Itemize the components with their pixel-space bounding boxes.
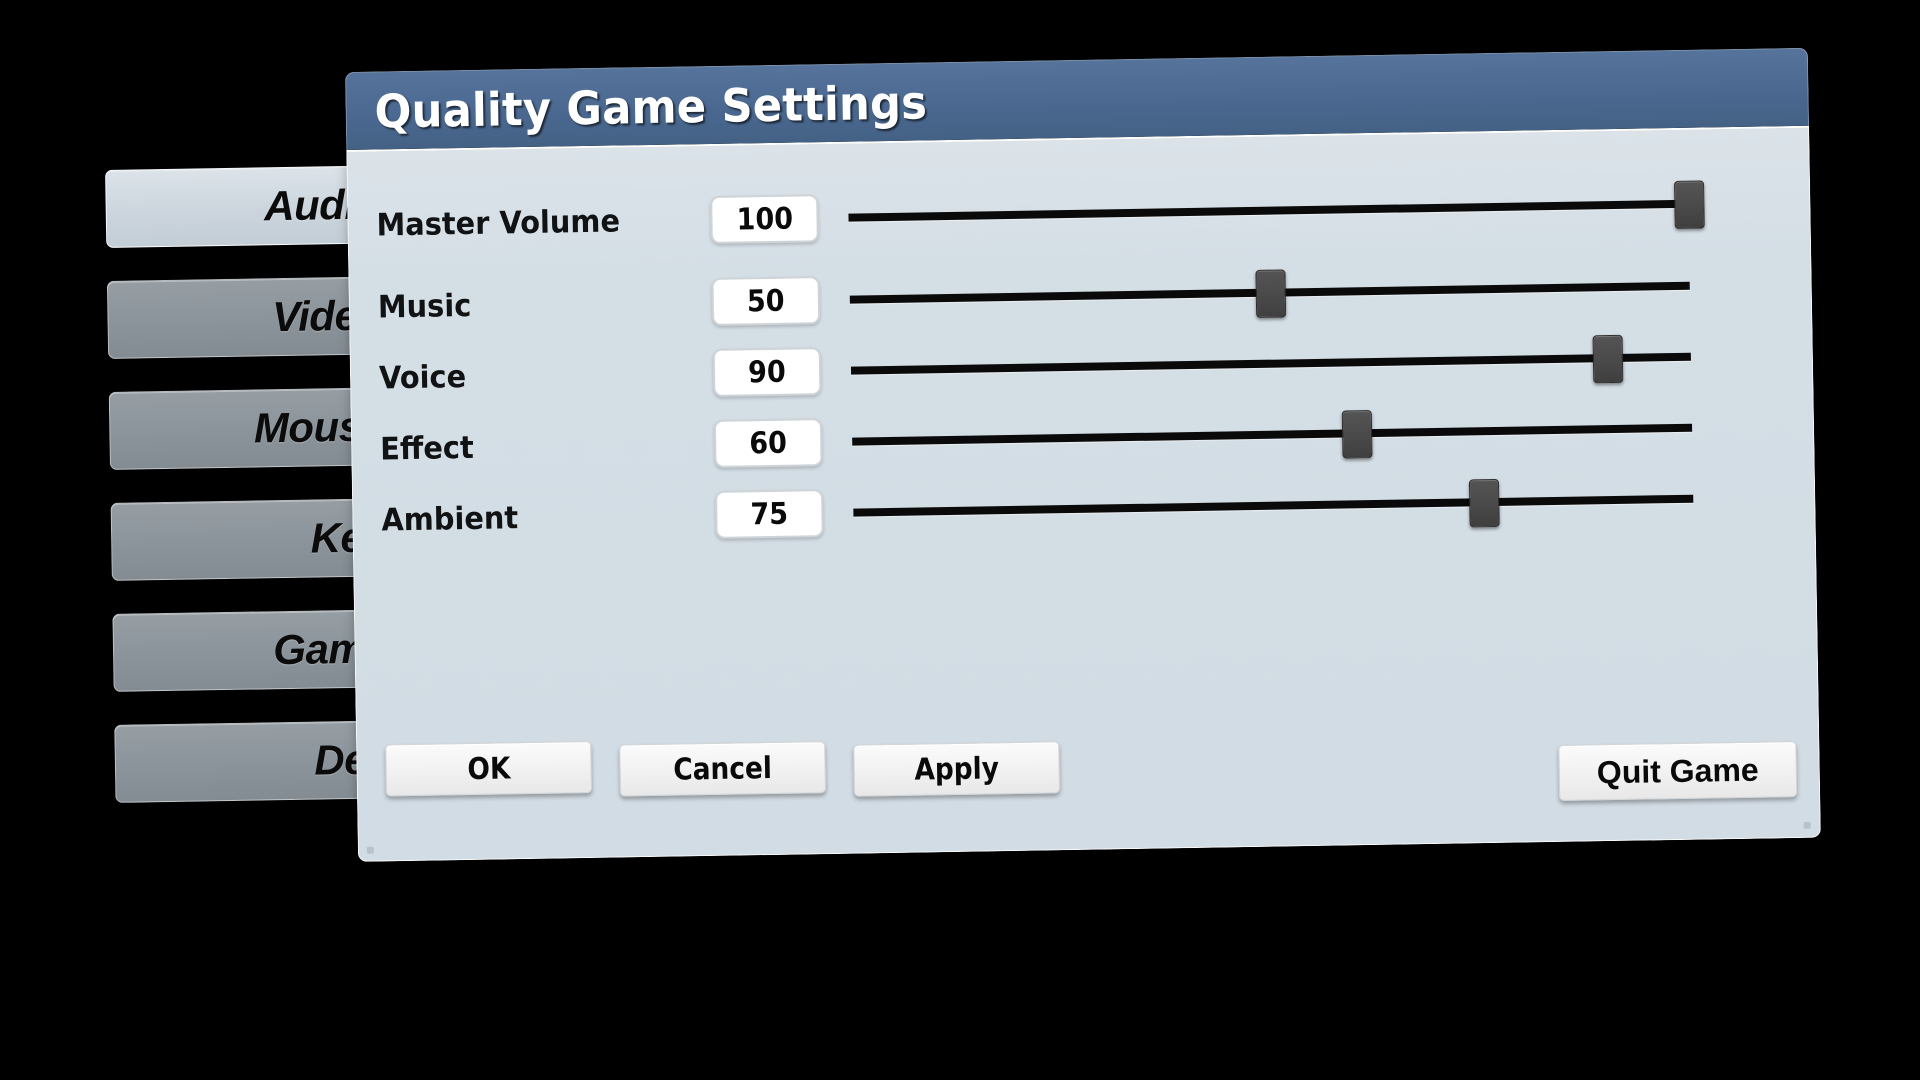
slider-music[interactable] bbox=[849, 262, 1690, 324]
cancel-button-label: Cancel bbox=[673, 750, 773, 788]
setting-label: Effect bbox=[379, 429, 475, 468]
slider-track[interactable] bbox=[853, 494, 1694, 517]
resize-grip-bottom-right[interactable] bbox=[1803, 821, 1811, 829]
slider-voice[interactable] bbox=[850, 333, 1692, 395]
slider-track[interactable] bbox=[850, 352, 1691, 375]
slider-effect[interactable] bbox=[852, 404, 1693, 466]
resize-grip-bottom-left[interactable] bbox=[366, 846, 374, 854]
value-text: 75 bbox=[750, 496, 789, 532]
dialog-body: Master Volume 100 Music 50 Voice 90 Effe… bbox=[346, 125, 1821, 862]
value-field-ambient[interactable]: 75 bbox=[714, 489, 824, 539]
slider-handle[interactable] bbox=[1341, 410, 1373, 459]
quit-game-button-label: Quit Game bbox=[1596, 751, 1759, 790]
slider-handle[interactable] bbox=[1673, 180, 1705, 229]
value-text: 90 bbox=[747, 354, 787, 390]
value-field-master-volume[interactable]: 100 bbox=[710, 194, 819, 244]
setting-label: Voice bbox=[378, 359, 467, 397]
setting-label: Ambient bbox=[381, 500, 519, 539]
value-field-voice[interactable]: 90 bbox=[712, 347, 822, 397]
value-field-effect[interactable]: 60 bbox=[713, 418, 823, 468]
slider-master-volume[interactable] bbox=[848, 180, 1705, 242]
cancel-button[interactable]: Cancel bbox=[619, 741, 827, 797]
slider-handle[interactable] bbox=[1255, 269, 1287, 318]
ok-button-label: OK bbox=[466, 750, 511, 787]
setting-row-voice: Voice 90 bbox=[351, 327, 1813, 407]
setting-label: Master Volume bbox=[376, 203, 621, 244]
value-text: 50 bbox=[746, 283, 785, 319]
page-title: Quality Game Settings bbox=[374, 74, 928, 139]
slider-ambient[interactable] bbox=[853, 475, 1694, 537]
ok-button[interactable]: OK bbox=[385, 741, 592, 797]
setting-row-music: Music 50 bbox=[349, 256, 1811, 336]
slider-handle[interactable] bbox=[1468, 478, 1500, 528]
apply-button[interactable]: Apply bbox=[853, 741, 1061, 797]
apply-button-label: Apply bbox=[914, 750, 1000, 788]
value-field-music[interactable]: 50 bbox=[711, 276, 821, 326]
setting-row-ambient: Ambient 75 bbox=[353, 469, 1815, 549]
screen: Audio Video Mouse Key Game Dev Quality G… bbox=[0, 0, 1920, 1080]
quit-game-button[interactable]: Quit Game bbox=[1558, 741, 1798, 801]
value-text: 60 bbox=[749, 425, 788, 461]
slider-handle[interactable] bbox=[1592, 334, 1624, 384]
setting-label: Music bbox=[377, 287, 472, 326]
setting-row-master-volume: Master Volume 100 bbox=[348, 174, 1810, 254]
setting-row-effect: Effect 60 bbox=[352, 398, 1814, 478]
settings-dialog: Quality Game Settings Master Volume 100 bbox=[345, 47, 1821, 862]
slider-track[interactable] bbox=[852, 423, 1693, 446]
slider-track[interactable] bbox=[848, 199, 1689, 222]
value-text: 100 bbox=[736, 201, 793, 238]
